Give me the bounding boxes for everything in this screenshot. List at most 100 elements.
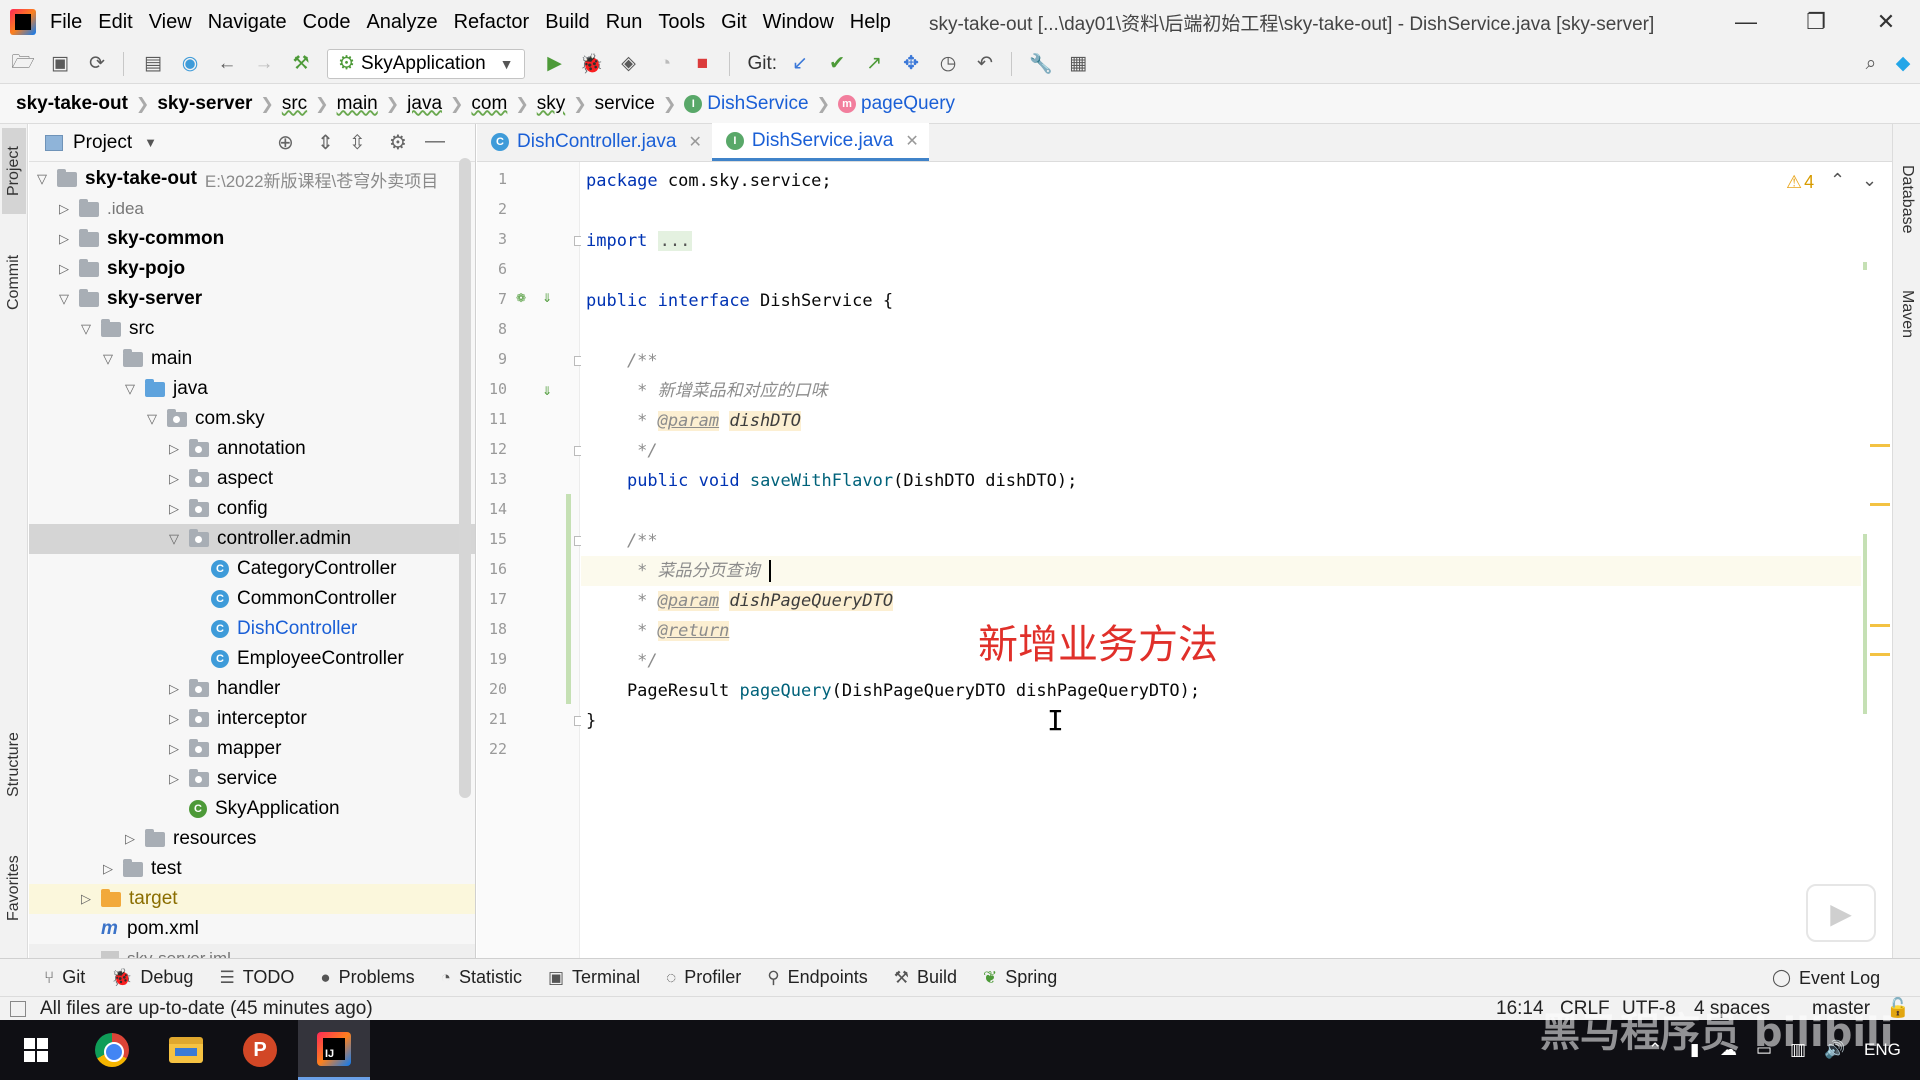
tree-scrollbar[interactable] — [459, 158, 471, 798]
sync-icon[interactable]: ⟳ — [83, 50, 111, 78]
collapse-all-icon[interactable]: ⇳ — [349, 130, 366, 155]
tree-item-sky-server-iml[interactable]: sky-server.iml — [29, 944, 475, 958]
settings-wrench-icon[interactable]: 🔧 — [1027, 50, 1055, 78]
tree-item-interceptor[interactable]: ▷ interceptor — [29, 704, 475, 734]
implemented-by-icon[interactable]: ⇓ — [539, 290, 555, 306]
menu-file[interactable]: File — [50, 11, 82, 34]
tool-problems[interactable]: ● Problems — [320, 967, 414, 988]
gear-icon[interactable]: ⚙ — [389, 130, 407, 155]
tree-item-sky-take-out[interactable]: ▽ sky-take-out E:\2022新版课程\苍穹外卖项目 — [29, 164, 475, 194]
chevron-right-icon[interactable]: ▷ — [57, 201, 71, 217]
chevron-down-icon[interactable]: ▽ — [101, 351, 115, 367]
restore-button[interactable]: ❐ — [1786, 0, 1846, 44]
chevron-right-icon[interactable]: ▷ — [167, 741, 181, 757]
caret-position[interactable]: 16:14 — [1496, 997, 1544, 1021]
class-icon[interactable]: ◉ — [176, 50, 204, 78]
chevron-down-icon[interactable]: ▽ — [57, 291, 71, 307]
tree-item-com-sky[interactable]: ▽ com.sky — [29, 404, 475, 434]
chevron-right-icon[interactable]: ▷ — [101, 861, 115, 877]
chevron-down-icon[interactable]: ▽ — [167, 531, 181, 547]
breadcrumb-item[interactable]: sky-server — [157, 93, 252, 115]
folded-imports[interactable]: ... — [657, 231, 693, 251]
tab-dish-service[interactable]: I DishService.java ✕ — [711, 123, 929, 161]
tool-build[interactable]: ⚒ Build — [894, 967, 957, 988]
chevron-right-icon[interactable]: ▷ — [167, 711, 181, 727]
tree-item-aspect[interactable]: ▷ aspect — [29, 464, 475, 494]
git-rollback-icon[interactable]: ↶ — [971, 50, 999, 78]
project-panel-title[interactable]: Project — [73, 132, 132, 154]
git-update-icon[interactable]: ↙ — [786, 50, 814, 78]
start-button[interactable] — [0, 1020, 72, 1080]
build-hammer-icon[interactable]: ⚒ — [287, 50, 315, 78]
git-commit-icon[interactable]: ✔ — [823, 50, 851, 78]
chevron-right-icon[interactable]: ▷ — [167, 771, 181, 787]
hide-panel-icon[interactable]: — — [425, 130, 445, 153]
open-folder-icon[interactable]: 🗁 — [9, 50, 37, 78]
git-push-icon[interactable]: ↗ — [860, 50, 888, 78]
vcs-change-marker[interactable] — [566, 494, 571, 704]
tree-item-main[interactable]: ▽ main — [29, 344, 475, 374]
tree-item-resources[interactable]: ▷ resources — [29, 824, 475, 854]
menu-window[interactable]: Window — [763, 11, 834, 34]
taskbar-intellij[interactable]: IJ — [298, 1020, 370, 1080]
chevron-down-icon[interactable]: ⌄ — [1862, 170, 1877, 191]
chevron-right-icon[interactable]: ▷ — [79, 891, 93, 907]
taskbar-powerpoint[interactable]: P — [224, 1020, 296, 1080]
breadcrumb-item-interface[interactable]: I DishService — [684, 93, 809, 115]
menu-analyze[interactable]: Analyze — [366, 11, 437, 34]
commit-tool-tab[interactable]: Commit — [2, 242, 26, 322]
tool-statistic[interactable]: ◔ Statistic — [441, 967, 522, 988]
forward-icon[interactable]: → — [250, 50, 278, 78]
tree-item-sky-server[interactable]: ▽ sky-server — [29, 284, 475, 314]
code-editor[interactable]: package com.sky.service; import ... publ… — [581, 162, 1861, 958]
tool-terminal[interactable]: ▣ Terminal — [548, 967, 640, 988]
close-icon[interactable]: ✕ — [688, 132, 701, 152]
tree-item-src[interactable]: ▽ src — [29, 314, 475, 344]
breadcrumb-item[interactable]: main — [337, 93, 378, 115]
profile-icon[interactable]: ◔ — [652, 50, 680, 78]
error-stripe-change[interactable] — [1863, 262, 1867, 270]
tree-item-config[interactable]: ▷ config — [29, 494, 475, 524]
menu-help[interactable]: Help — [850, 11, 891, 34]
search-icon[interactable]: ⌕ — [1857, 50, 1885, 78]
taskbar-chrome[interactable] — [76, 1020, 148, 1080]
project-tool-tab[interactable]: Project — [2, 128, 26, 214]
tree-item-category-controller[interactable]: C CategoryController — [29, 554, 475, 584]
chevron-up-icon[interactable]: ⌃ — [1830, 170, 1845, 191]
menu-code[interactable]: Code — [303, 11, 351, 34]
chevron-right-icon[interactable]: ▷ — [167, 681, 181, 697]
tree-item-test[interactable]: ▷ test — [29, 854, 475, 884]
chevron-right-icon[interactable]: ▷ — [123, 831, 137, 847]
tree-item-annotation[interactable]: ▷ annotation — [29, 434, 475, 464]
save-all-icon[interactable]: ▣ — [46, 50, 74, 78]
menu-refactor[interactable]: Refactor — [454, 11, 530, 34]
tree-item-sky-application[interactable]: C SkyApplication — [29, 794, 475, 824]
chevron-right-icon[interactable]: ▷ — [57, 261, 71, 277]
intellij-logo-icon[interactable] — [10, 9, 36, 35]
tree-item-pom-xml[interactable]: m pom.xml — [29, 914, 475, 944]
tree-item-target[interactable]: ▷ target — [29, 884, 475, 914]
run-icon[interactable]: ▶ — [541, 50, 569, 78]
tool-endpoints[interactable]: ⚲ Endpoints — [767, 967, 868, 988]
menu-edit[interactable]: Edit — [98, 11, 132, 34]
back-icon[interactable]: ← — [213, 50, 241, 78]
tree-item-sky-pojo[interactable]: ▷ sky-pojo — [29, 254, 475, 284]
error-stripe-warning[interactable] — [1870, 624, 1890, 627]
chevron-down-icon[interactable]: ▼ — [144, 135, 157, 150]
tool-git[interactable]: ⑂ Git — [44, 967, 85, 988]
menu-run[interactable]: Run — [606, 11, 643, 34]
chevron-down-icon[interactable]: ▽ — [145, 411, 159, 427]
breadcrumb-item[interactable]: service — [595, 93, 655, 115]
menu-git[interactable]: Git — [721, 11, 747, 34]
maven-tool-tab[interactable]: Maven — [1895, 264, 1919, 364]
tool-event-log[interactable]: ◯ Event Log — [1772, 959, 1880, 997]
database-tool-tab[interactable]: Database — [1895, 134, 1919, 264]
project-structure-icon[interactable]: ▤ — [139, 50, 167, 78]
tool-todo[interactable]: ☰ TODO — [219, 967, 294, 988]
breadcrumb-item[interactable]: src — [282, 93, 307, 115]
coverage-icon[interactable]: ◈ — [615, 50, 643, 78]
breadcrumb-item-method[interactable]: m pageQuery — [838, 93, 955, 115]
tree-item-controller-admin[interactable]: ▽ controller.admin — [29, 524, 475, 554]
debug-icon[interactable]: 🐞 — [578, 50, 606, 78]
menu-navigate[interactable]: Navigate — [208, 11, 287, 34]
